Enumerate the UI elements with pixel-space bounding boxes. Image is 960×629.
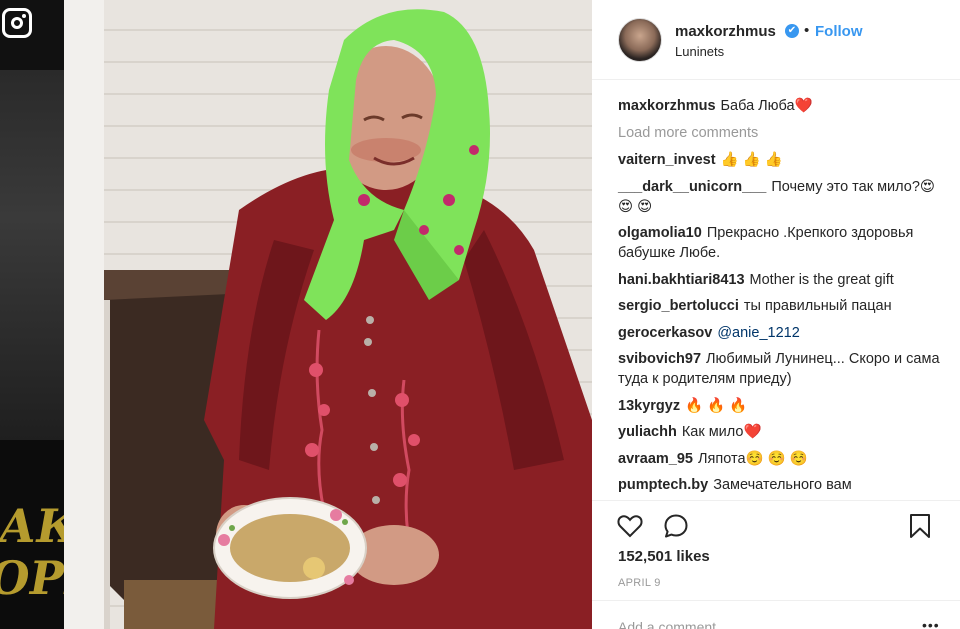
heart-icon[interactable] xyxy=(616,512,644,540)
comment-text: Ляпота☺️ ☺️ ☺️ xyxy=(698,450,808,467)
background-image xyxy=(0,70,64,440)
post-details-panel: maxkorzhmus ✔ • Follow Luninets maxkorzh… xyxy=(592,0,960,629)
comment-item: sergio_bertolucci ты правильный пацан xyxy=(618,296,944,316)
comment-username[interactable]: avraam_95 xyxy=(618,451,693,467)
comment-item: vaitern_invest 👍 👍 👍 xyxy=(618,150,944,170)
avatar[interactable] xyxy=(618,18,662,62)
comment-item: svibovich97 Любимый Лунинец... Скоро и са… xyxy=(618,349,944,389)
post-date[interactable]: APRIL 9 xyxy=(618,577,661,589)
post-header: maxkorzhmus ✔ • Follow Luninets xyxy=(592,0,960,80)
verified-badge-icon: ✔ xyxy=(785,24,799,38)
comment-item: olgamolia10 Прекрасно .Крепкого здоровья … xyxy=(618,223,944,263)
caption-text: Баба Люба❤️ xyxy=(720,98,813,114)
comment-username[interactable]: pumptech.by xyxy=(618,477,708,493)
instagram-icon[interactable] xyxy=(2,8,32,38)
comment-item: 13kyrgyz 🔥 🔥 🔥 xyxy=(618,396,944,416)
comment-item: avraam_95 Ляпота☺️ ☺️ ☺️ xyxy=(618,449,944,469)
post-username[interactable]: maxkorzhmus xyxy=(675,23,776,40)
comment-username[interactable]: sergio_bertolucci xyxy=(618,298,739,314)
caption-username[interactable]: maxkorzhmus xyxy=(618,98,716,114)
more-options-icon[interactable]: ••• xyxy=(922,617,940,629)
comment-text: Как мило❤️ xyxy=(681,424,762,440)
photo-illustration xyxy=(64,0,592,629)
comment-username[interactable]: ___dark__unicorn___ xyxy=(618,179,766,195)
post-caption: maxkorzhmus Баба Люба❤️ xyxy=(618,96,944,116)
speech-bubble-icon[interactable] xyxy=(662,512,690,540)
comment-text: Mother is the great gift xyxy=(749,271,894,288)
likes-count[interactable]: 152,501 likes xyxy=(618,548,710,565)
comment-username[interactable]: 13kyrgyz xyxy=(618,398,680,414)
comment-mention-link[interactable]: @anie_1212 xyxy=(717,325,799,341)
background-feed: АКО ОРИ xyxy=(0,0,64,629)
comment-item: ___dark__unicorn___ Почему это так мило?😍… xyxy=(618,177,944,217)
comments-list: maxkorzhmus Баба Люба❤️ Load more comment… xyxy=(618,96,944,502)
bookmark-icon[interactable] xyxy=(906,512,934,540)
comment-text: Замечательного вам xyxy=(713,477,852,493)
comment-username[interactable]: gerocerkasov xyxy=(618,325,712,341)
comment-input[interactable]: Add a comment... xyxy=(618,619,728,629)
comment-username[interactable]: svibovich97 xyxy=(618,351,701,367)
comment-item: hani.bakhtiari8413 Mother is the great gi… xyxy=(618,270,944,290)
post-photo[interactable] xyxy=(64,0,592,629)
comment-text: 🔥 🔥 🔥 xyxy=(685,397,748,414)
comment-username[interactable]: hani.bakhtiari8413 xyxy=(618,272,745,288)
comment-username[interactable]: vaitern_invest xyxy=(618,152,716,168)
comment-username[interactable]: olgamolia10 xyxy=(618,225,702,241)
comment-username[interactable]: yuliachh xyxy=(618,424,677,440)
follow-button[interactable]: Follow xyxy=(815,23,863,40)
comment-item: yuliachh Как мило❤️ xyxy=(618,422,944,442)
separator-dot: • xyxy=(804,22,810,39)
load-more-comments-button[interactable]: Load more comments xyxy=(618,123,944,143)
comment-item: pumptech.by Замечательного вам xyxy=(618,475,944,495)
post-location[interactable]: Luninets xyxy=(675,44,724,59)
comment-text: ты правильный пацан xyxy=(743,298,892,314)
comment-item: gerocerkasov @anie_1212 xyxy=(618,323,944,343)
background-lettering: АКО ОРИ xyxy=(0,499,64,605)
comment-text: 👍 👍 👍 xyxy=(720,152,783,168)
